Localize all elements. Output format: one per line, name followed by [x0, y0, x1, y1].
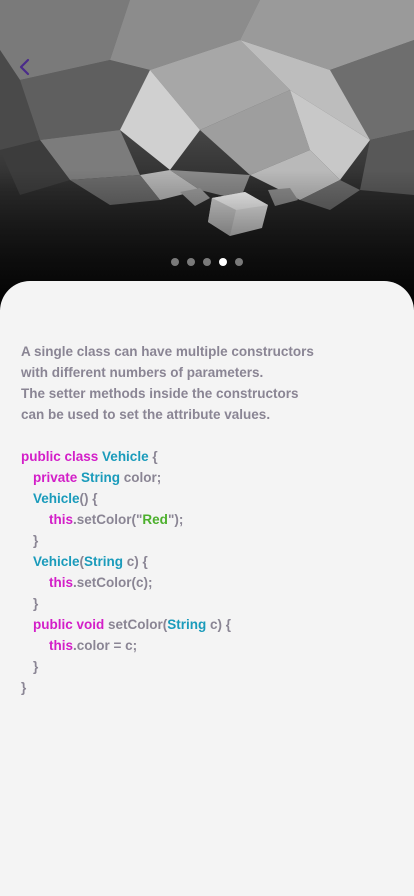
- code-string: Red: [142, 512, 168, 527]
- description-line: with different numbers of parameters.: [21, 365, 264, 380]
- code-keyword: public void: [33, 617, 109, 632]
- lesson-screen: A single class can have multiple constru…: [0, 0, 414, 896]
- code-line: }: [21, 530, 401, 551]
- code-text: .color = c;: [73, 638, 138, 653]
- carousel-dot[interactable]: [171, 258, 179, 266]
- hero-image: [0, 0, 414, 310]
- code-keyword: private: [33, 470, 82, 485]
- description-line: can be used to set the attribute values.: [21, 407, 271, 422]
- code-text: .setColor(": [73, 512, 143, 527]
- carousel-dot[interactable]: [203, 258, 211, 266]
- code-line: Vehicle(String c) {: [21, 551, 401, 572]
- code-text: {: [148, 449, 158, 464]
- code-line: public void setColor(String c) {: [21, 614, 401, 635]
- code-type: String: [167, 617, 207, 632]
- code-line: this.setColor("Red");: [21, 509, 401, 530]
- code-keyword: this: [49, 575, 74, 590]
- description-line: A single class can have multiple constru…: [21, 344, 314, 359]
- code-text: color;: [120, 470, 162, 485]
- description-line: The setter methods inside the constructo…: [21, 386, 299, 401]
- code-text: ");: [167, 512, 184, 527]
- back-button[interactable]: [10, 52, 40, 82]
- code-line: this.setColor(c);: [21, 572, 401, 593]
- chevron-left-icon: [19, 58, 30, 76]
- carousel-indicator: [0, 258, 414, 266]
- code-text: c) {: [206, 617, 232, 632]
- code-type: Vehicle: [33, 491, 80, 506]
- code-keyword: this: [49, 638, 74, 653]
- code-text: }: [33, 659, 39, 674]
- carousel-dot[interactable]: [235, 258, 243, 266]
- code-type: Vehicle: [33, 554, 80, 569]
- code-text: () {: [79, 491, 98, 506]
- code-line: }: [21, 593, 401, 614]
- code-line: this.color = c;: [21, 635, 401, 656]
- code-type: String: [81, 470, 121, 485]
- code-text: setColor(: [108, 617, 168, 632]
- code-line: Vehicle() {: [21, 488, 401, 509]
- code-line: private String color;: [21, 467, 401, 488]
- carousel-dot[interactable]: [187, 258, 195, 266]
- code-line: }: [21, 656, 401, 677]
- code-snippet: public class Vehicle { private String co…: [21, 446, 401, 698]
- code-text: c) {: [123, 554, 148, 569]
- code-type: String: [84, 554, 124, 569]
- code-keyword: public class: [21, 449, 103, 464]
- lesson-description: A single class can have multiple constru…: [21, 341, 401, 425]
- code-text: }: [21, 680, 27, 695]
- code-type: Vehicle: [102, 449, 149, 464]
- code-line: public class Vehicle {: [21, 446, 401, 467]
- code-line: }: [21, 677, 401, 698]
- code-text: }: [33, 533, 39, 548]
- code-keyword: this: [49, 512, 74, 527]
- carousel-dot-active[interactable]: [219, 258, 227, 266]
- code-text: .setColor(c);: [73, 575, 153, 590]
- code-text: }: [33, 596, 39, 611]
